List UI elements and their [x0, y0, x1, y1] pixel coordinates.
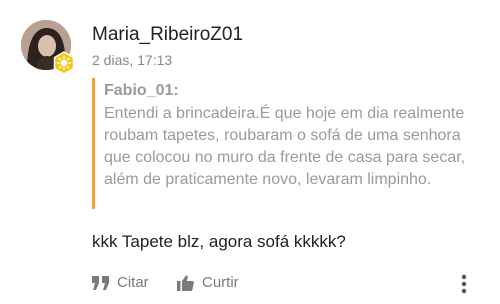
like-label: Curtir [202, 274, 239, 291]
post-actions: Citar Curtir [92, 274, 472, 296]
thumbs-up-icon [177, 275, 194, 291]
quoted-message: Fabio_01: Entendi a brincadeira.É que ho… [92, 78, 482, 212]
more-options-button[interactable] [457, 274, 471, 294]
sun-badge-icon [52, 51, 76, 75]
post-timestamp: 2 dias, 17:13 [92, 52, 173, 68]
message-text: kkk Tapete blz, agora sofá kkkkk? [92, 232, 346, 251]
like-button[interactable]: Curtir [177, 274, 239, 291]
quote-text: Entendi a brincadeira.É que hoje em dia … [104, 105, 466, 188]
quote-author: Fabio_01: [104, 82, 179, 99]
username[interactable]: Maria_RibeiroZ01 [92, 24, 243, 46]
cite-button[interactable]: Citar [92, 274, 149, 291]
quote-icon [92, 275, 109, 290]
quote-bar [92, 78, 95, 209]
more-vertical-icon [461, 274, 467, 294]
cite-label: Citar [117, 274, 149, 291]
